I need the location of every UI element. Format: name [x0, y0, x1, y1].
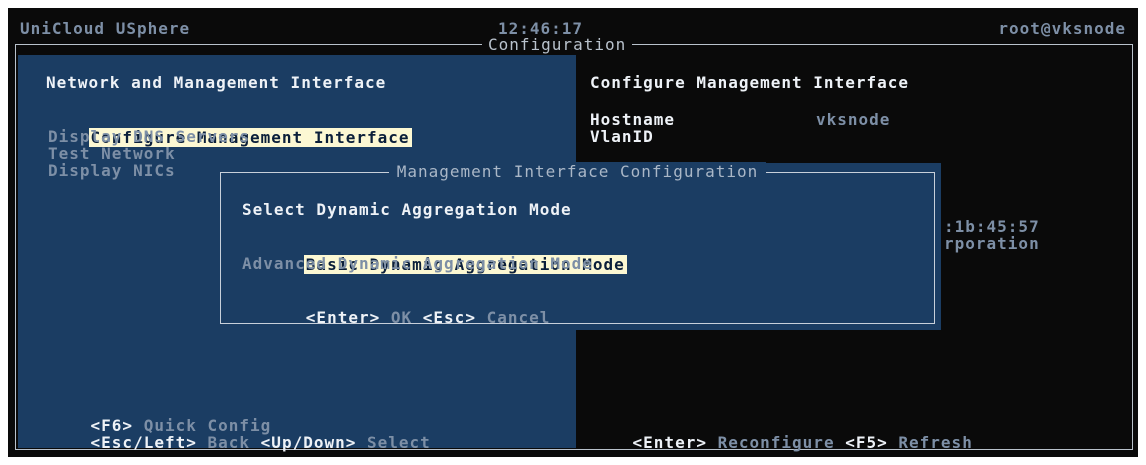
vendor-fragment: rporation	[944, 234, 1040, 253]
option-advanced-dynamic-aggregation-mode[interactable]: Advanced Dynamic Aggregation Mode	[242, 255, 593, 273]
vlanid-label: VlanID	[590, 127, 654, 146]
dialog-footer: <Enter> OK <Esc> Cancel	[242, 291, 550, 345]
select-label: Select	[367, 433, 431, 452]
f5-key: <F5>	[845, 433, 888, 452]
hostname-value: vksnode	[816, 110, 891, 129]
navigation-hints: <Esc/Left> Back <Up/Down> Select	[48, 416, 431, 457]
select-key: <Up/Down>	[260, 433, 357, 452]
dialog-title: Management Interface Configuration	[388, 162, 767, 181]
back-key: <Esc/Left>	[90, 433, 197, 452]
console-screen: UniCloud USphere 12:46:17 root@vksnode C…	[8, 8, 1138, 457]
enter-key: <Enter>	[632, 433, 707, 452]
ok-button[interactable]: OK	[391, 308, 412, 327]
right-footer-hints: <Enter> Reconfigure <F5> Refresh	[590, 416, 973, 457]
cancel-button[interactable]: Cancel	[487, 308, 551, 327]
aggregation-mode-dialog: Management Interface Configuration Selec…	[214, 162, 941, 330]
dialog-prompt: Select Dynamic Aggregation Mode	[242, 200, 572, 219]
refresh-label[interactable]: Refresh	[898, 433, 972, 452]
back-label: Back	[207, 433, 251, 452]
menu-item-display-nics[interactable]: Display NICs	[48, 162, 176, 180]
frame-title: Configuration	[482, 36, 633, 54]
left-panel-title: Network and Management Interface	[46, 73, 387, 92]
reconfigure-label[interactable]: Reconfigure	[718, 433, 835, 452]
dialog-esc-key: <Esc>	[422, 308, 476, 327]
dialog-title-bar: Management Interface Configuration	[221, 162, 934, 181]
right-panel-title: Configure Management Interface	[590, 73, 909, 92]
dialog-enter-key: <Enter>	[305, 308, 381, 327]
app-name: UniCloud USphere	[20, 19, 191, 38]
user-host: root@vksnode	[998, 19, 1126, 38]
